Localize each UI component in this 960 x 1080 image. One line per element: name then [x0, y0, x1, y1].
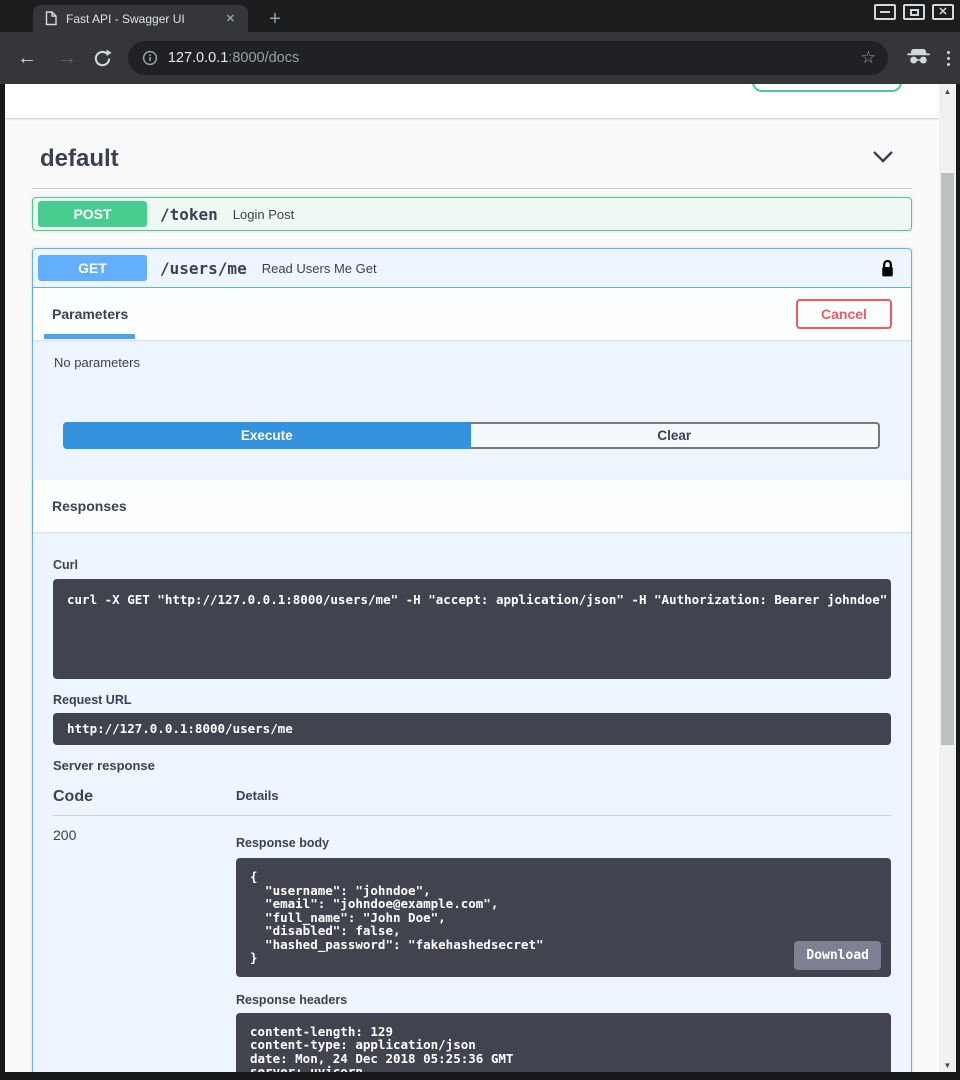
method-badge-get: GET: [38, 255, 147, 281]
parameters-body: No parameters Execute Clear: [33, 340, 911, 480]
server-response-label: Server response: [53, 758, 891, 773]
scrollbar-down-arrow[interactable]: ▼: [939, 1058, 956, 1072]
code-column-header: Code: [53, 788, 236, 806]
window-minimize-button[interactable]: [874, 4, 896, 20]
browser-tab[interactable]: Fast API - Swagger UI ✕: [33, 5, 248, 32]
url-host: 127.0.0.1: [168, 50, 228, 66]
details-column-header: Details: [236, 788, 891, 806]
response-headers-value: content-length: 129 content-type: applic…: [236, 1013, 891, 1073]
chevron-down-icon[interactable]: [872, 150, 894, 168]
tab-parameters[interactable]: Parameters: [52, 306, 128, 322]
responses-header: Responses: [33, 480, 911, 532]
scrollbar-up-arrow[interactable]: ▲: [939, 84, 956, 98]
request-url-label: Request URL: [53, 693, 891, 707]
url-text[interactable]: 127.0.0.1:8000/docs: [168, 50, 861, 66]
address-bar[interactable]: 127.0.0.1:8000/docs ☆: [128, 41, 888, 75]
responses-body: Curl curl -X GET "http://127.0.0.1:8000/…: [33, 532, 911, 1072]
opblock-get-users-me: GET /users/me Read Users Me Get Paramete…: [32, 248, 912, 1072]
section-title: default: [32, 144, 119, 174]
new-tab-button[interactable]: +: [262, 6, 288, 32]
response-body-text: { "username": "johndoe", "email": "johnd…: [250, 869, 544, 965]
method-badge-post: POST: [38, 201, 147, 227]
execute-button[interactable]: Execute: [63, 422, 471, 449]
site-info-icon[interactable]: [142, 50, 158, 66]
tab-close-icon[interactable]: ✕: [221, 10, 240, 27]
no-parameters-text: No parameters: [54, 355, 911, 370]
authorize-button-partial[interactable]: [752, 84, 902, 92]
page-viewport: default POST /token Login Post GET /user…: [5, 84, 956, 1072]
op-path: /users/me: [160, 259, 247, 278]
download-button[interactable]: Download: [794, 941, 881, 970]
cancel-button[interactable]: Cancel: [796, 299, 892, 329]
curl-label: Curl: [53, 558, 891, 572]
window-close-button[interactable]: ✕: [932, 4, 954, 20]
scrollbar-thumb[interactable]: [941, 173, 954, 745]
response-body-label: Response body: [236, 836, 891, 850]
response-details-cell: Response body { "username": "johndoe", "…: [236, 827, 891, 1072]
table-row: 200 Response body { "username": "johndoe…: [53, 816, 891, 1072]
scheme-container: [5, 84, 939, 118]
incognito-icon: [906, 46, 931, 70]
browser-toolbar: ← → 127.0.0.1:8000/docs ☆: [0, 32, 960, 84]
opblock-post-token[interactable]: POST /token Login Post: [32, 197, 912, 231]
page-document-icon: [45, 11, 57, 26]
bookmark-star-icon[interactable]: ☆: [861, 48, 876, 68]
swagger-content: default POST /token Login Post GET /user…: [5, 144, 939, 1072]
clear-button[interactable]: Clear: [471, 422, 881, 449]
reload-button[interactable]: [90, 49, 116, 68]
response-body-json[interactable]: { "username": "johndoe", "email": "johnd…: [236, 858, 891, 977]
op-summary: Login Post: [233, 207, 294, 222]
lock-icon[interactable]: [880, 258, 895, 279]
api-section-header[interactable]: default: [32, 144, 912, 189]
curl-command[interactable]: curl -X GET "http://127.0.0.1:8000/users…: [53, 579, 891, 679]
forward-button: →: [54, 48, 80, 68]
parameters-header: Parameters Cancel: [33, 288, 911, 340]
back-button[interactable]: ←: [14, 48, 40, 68]
url-path: :8000/docs: [228, 50, 299, 66]
request-url-value: http://127.0.0.1:8000/users/me: [53, 713, 891, 745]
opblock-summary[interactable]: POST /token Login Post: [33, 198, 911, 230]
op-path: /token: [160, 205, 218, 224]
responses-title: Responses: [52, 498, 127, 514]
browser-menu-icon[interactable]: [947, 51, 950, 66]
browser-titlebar: Fast API - Swagger UI ✕ + ✕: [0, 0, 960, 32]
window-maximize-button[interactable]: [903, 4, 925, 20]
opblock-summary[interactable]: GET /users/me Read Users Me Get: [33, 249, 911, 288]
server-response-table: Code Details 200 Response body { "userna…: [53, 788, 891, 1072]
tab-title: Fast API - Swagger UI: [66, 12, 221, 26]
page-scrollbar[interactable]: ▲ ▼: [939, 84, 956, 1072]
status-code: 200: [53, 827, 236, 1072]
response-headers-label: Response headers: [236, 993, 891, 1007]
op-summary: Read Users Me Get: [262, 261, 377, 276]
